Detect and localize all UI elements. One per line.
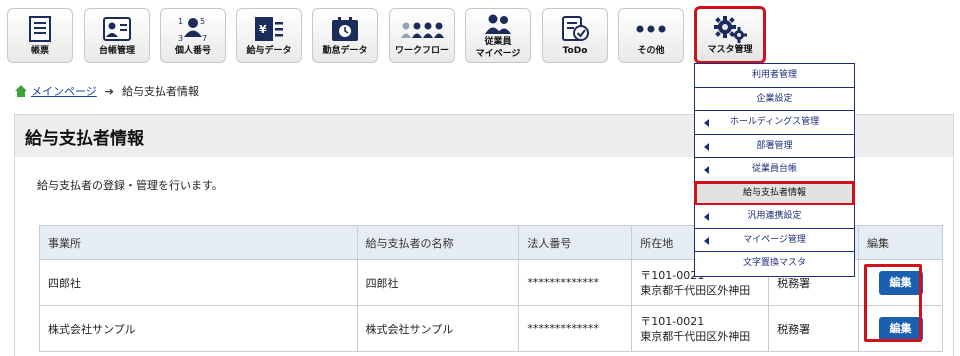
caret-left-icon xyxy=(704,142,709,151)
menu-item-label: 汎用連携設定 xyxy=(747,211,802,221)
cell-tax-office: 税務署 xyxy=(768,305,860,352)
page-title: 給与支払者情報 xyxy=(25,129,144,149)
toolbar-mypage-label: マイページ xyxy=(475,49,521,59)
svg-text:5: 5 xyxy=(200,17,205,26)
cell-address: 〒101-0021 東京都千代田区外神田 xyxy=(631,305,770,352)
svg-text:7: 7 xyxy=(202,34,207,43)
personal-number-icon: 1537 xyxy=(161,15,225,43)
menu-item-label: 利用者管理 xyxy=(751,70,797,80)
header-edit: 編集 xyxy=(858,225,943,260)
header-corp-number: 法人番号 xyxy=(518,225,633,260)
toolbar-todo-button[interactable]: ToDo xyxy=(542,8,608,63)
more-icon xyxy=(619,15,683,43)
menu-item-user-management[interactable]: 利用者管理 xyxy=(695,64,854,88)
home-icon xyxy=(15,85,27,97)
toolbar-report-button[interactable]: 帳票 xyxy=(7,8,73,63)
svg-text:¥: ¥ xyxy=(259,23,267,36)
workflow-icon xyxy=(390,15,454,43)
report-icon xyxy=(8,15,72,43)
toolbar-master-management-button[interactable]: マスタ管理 xyxy=(694,6,766,64)
toolbar-workflow-label: ワークフロー xyxy=(394,46,449,56)
page-description: 給与支払者の登録・管理を行います。 xyxy=(37,179,223,192)
menu-item-label: 従業員台帳 xyxy=(751,164,797,174)
toolbar-personal-number-button[interactable]: 1537 個人番号 xyxy=(160,8,226,63)
menu-item-mypage-management[interactable]: マイページ管理 xyxy=(695,228,854,252)
toolbar-master-management-label: マスタ管理 xyxy=(707,45,753,55)
menu-item-department-management[interactable]: 部署管理 xyxy=(695,134,854,158)
toolbar-personal-number-label: 個人番号 xyxy=(174,46,211,56)
caret-left-icon xyxy=(704,119,709,127)
salary-data-icon: ¥ xyxy=(237,15,301,43)
menu-item-label: 給与支払者情報 xyxy=(742,187,806,198)
attendance-icon xyxy=(313,15,377,43)
cell-payer-name: 四郎社 xyxy=(356,259,520,306)
toolbar-more-button[interactable]: その他 xyxy=(618,8,684,63)
header-payer-name: 給与支払者の名称 xyxy=(356,225,520,260)
toolbar-workflow-button[interactable]: ワークフロー xyxy=(389,8,455,63)
toolbar-more-label: その他 xyxy=(637,46,665,56)
ledger-icon xyxy=(85,15,149,43)
menu-item-label: 企業設定 xyxy=(756,93,793,104)
table-row: 株式会社サンプル 株式会社サンプル ************* 〒101-002… xyxy=(39,305,943,352)
cell-office: 株式会社サンプル xyxy=(39,305,358,352)
master-management-menu: 利用者管理 企業設定 ホールディングス管理 部署管理 従業員台帳 給与支払者情報… xyxy=(694,63,855,277)
toolbar-attendance-button[interactable]: 勤怠データ xyxy=(312,8,378,63)
menu-item-company-settings[interactable]: 企業設定 xyxy=(695,87,854,111)
menu-item-payer-info[interactable]: 給与支払者情報 xyxy=(694,180,855,206)
menu-item-label: ホールディングス管理 xyxy=(729,117,820,127)
svg-text:1: 1 xyxy=(178,17,183,26)
menu-item-employee-ledger[interactable]: 従業員台帳 xyxy=(695,158,854,182)
toolbar-ledger-label: 台帳管理 xyxy=(98,46,135,56)
toolbar-employee-mypage-button[interactable]: 従業員 マイページ xyxy=(465,8,531,63)
breadcrumb-home-link[interactable]: メインページ xyxy=(31,83,97,99)
cell-corp-number: ************* xyxy=(518,305,633,352)
toolbar-attendance-label: 勤怠データ xyxy=(322,46,368,56)
top-toolbar: 帳票 台帳管理 1537 個人番号 ¥ 給与データ 勤怠データ ワークフロー 従 xyxy=(0,0,960,72)
menu-item-label: マイページ管理 xyxy=(743,234,806,245)
cell-zip: 〒101-0021 xyxy=(640,314,705,328)
menu-item-label: 文字置換マスタ xyxy=(742,258,806,268)
menu-item-integration-settings[interactable]: 汎用連携設定 xyxy=(695,205,854,229)
cell-address-line: 東京都千代田区外神田 xyxy=(640,329,751,343)
cell-payer-name: 株式会社サンプル xyxy=(356,305,520,352)
menu-item-holdings-management[interactable]: ホールディングス管理 xyxy=(695,111,854,135)
toolbar-report-label: 帳票 xyxy=(30,46,49,56)
cell-edit: 編集 xyxy=(858,259,943,306)
caret-left-icon xyxy=(704,213,709,221)
breadcrumb: メインページ ➔ 給与支払者情報 xyxy=(14,83,199,99)
menu-item-label: 部署管理 xyxy=(756,140,793,151)
menu-item-char-replace-master[interactable]: 文字置換マスタ xyxy=(695,252,854,276)
edit-button[interactable]: 編集 xyxy=(878,270,923,295)
employee-mypage-icon xyxy=(466,13,530,35)
breadcrumb-arrow-icon: ➔ xyxy=(104,84,114,98)
edit-button[interactable]: 編集 xyxy=(878,316,923,341)
cell-edit: 編集 xyxy=(858,305,943,352)
toolbar-salary-data-label: 給与データ xyxy=(246,46,292,56)
cell-office: 四郎社 xyxy=(39,259,358,306)
breadcrumb-current: 給与支払者情報 xyxy=(122,85,199,98)
toolbar-employee-label: 従業員 xyxy=(484,37,512,47)
cell-address-line: 東京都千代田区外神田 xyxy=(640,283,751,297)
gears-icon xyxy=(697,15,763,43)
svg-text:3: 3 xyxy=(178,34,183,43)
todo-icon xyxy=(543,15,607,43)
toolbar-ledger-button[interactable]: 台帳管理 xyxy=(84,8,150,63)
toolbar-todo-label: ToDo xyxy=(562,46,588,56)
header-office: 事業所 xyxy=(39,225,358,260)
toolbar-salary-data-button[interactable]: ¥ 給与データ xyxy=(236,8,302,63)
caret-left-icon xyxy=(704,166,709,174)
cell-corp-number: ************* xyxy=(518,259,633,306)
caret-left-icon xyxy=(704,236,709,245)
